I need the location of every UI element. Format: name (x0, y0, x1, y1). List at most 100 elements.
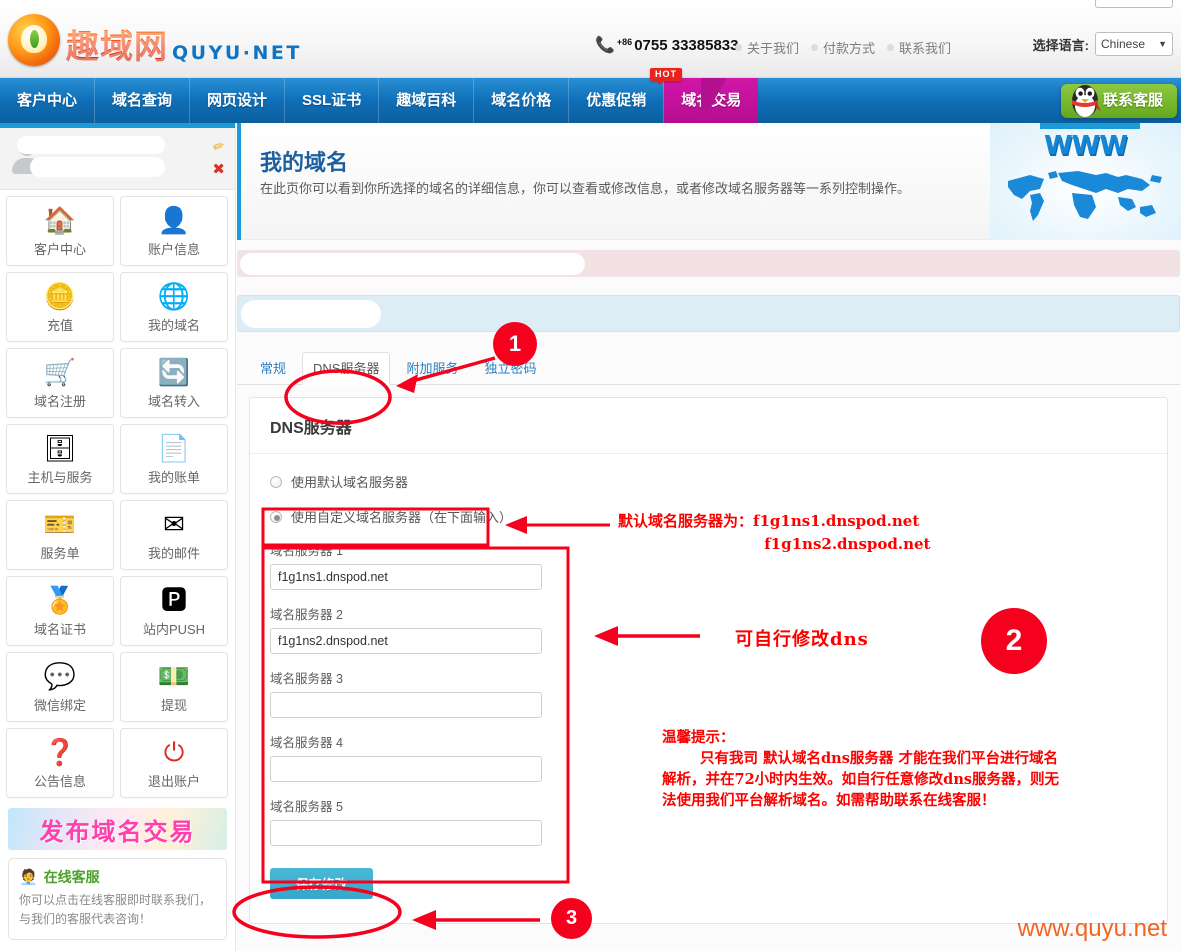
sidebar-item-announcements[interactable]: ❓ 公告信息 (6, 728, 114, 798)
sidebar-item-my-bills[interactable]: 📄 我的账单 (120, 424, 228, 494)
nav-item-promotions[interactable]: 优惠促销 (569, 78, 665, 123)
nameserver-4-label: 域名服务器 4 (270, 736, 343, 750)
nameserver-1-input[interactable] (270, 564, 542, 590)
sidebar-item-my-mail[interactable]: ✉ 我的邮件 (120, 500, 228, 570)
radio-option-default-ns-label: 使用默认域名服务器 (291, 475, 409, 490)
user-edit-icon: 👤 (157, 204, 191, 235)
sidebar-item-label: 域名注册 (33, 393, 86, 409)
tab-independent-password[interactable]: 独立密码 (474, 353, 546, 384)
nav-item-web-design[interactable]: 网页设计 (190, 78, 286, 123)
sidebar-item-label: 账户信息 (147, 241, 200, 257)
logo-text: 趣域网 (66, 27, 168, 66)
coins-icon: 🪙 (43, 280, 77, 311)
sidebar-item-my-domains[interactable]: 🌐 我的域名 (120, 272, 228, 342)
header-links: 关于我们 付款方式 联系我们 (735, 38, 951, 57)
username-redacted (17, 136, 165, 154)
nameserver-1-label: 域名服务器 1 (270, 544, 343, 558)
transfer-icon: 🔄 (157, 356, 191, 387)
headset-agent-icon: 🧑‍💼 (19, 869, 38, 886)
question-icon: ❓ (43, 736, 77, 767)
sidebar-item-label: 提现 (160, 697, 187, 713)
edit-pencil-icon[interactable]: ✏ (211, 137, 228, 157)
sidebar-item-domain-register[interactable]: 🛒 域名注册 (6, 348, 114, 418)
header-link-payment-label: 付款方式 (823, 41, 876, 56)
sidebar-item-domain-certificate[interactable]: 🏅 域名证书 (6, 576, 114, 646)
radio-option-custom-ns[interactable]: 使用自定义域名服务器（在下面输入） (270, 507, 1147, 526)
radio-option-default-ns[interactable]: 使用默认域名服务器 (270, 472, 1147, 491)
nameserver-5-input[interactable] (270, 820, 542, 846)
house-icon: 🏠 (43, 204, 77, 235)
nav-item-wiki[interactable]: 趣域百科 (379, 78, 475, 123)
sidebar-item-site-push[interactable]: 🅿 站内PUSH (120, 576, 228, 646)
nameserver-3-input[interactable] (270, 692, 542, 718)
sidebar-item-label: 我的域名 (147, 317, 200, 333)
bullet-icon (735, 44, 742, 51)
nav-item-domain-price[interactable]: 域名价格 (474, 78, 570, 123)
bullet-icon (887, 44, 895, 51)
sidebar-item-label: 域名转入 (147, 393, 200, 409)
promo-banner-publish-domain-trade[interactable]: 发布域名交易 (8, 808, 227, 850)
banner-artwork: WWW (990, 123, 1181, 240)
nav-item-customer-center[interactable]: 客户中心 (0, 78, 96, 123)
promo-banner-label: 发布域名交易 (39, 818, 196, 846)
language-select[interactable]: Chinese ▼ (1095, 32, 1173, 56)
nav-skew-decoration (701, 78, 727, 123)
world-map-icon (1008, 171, 1162, 221)
page-body: ✏ ✖ 🏠 客户中心 👤 账户信息 🪙 充值 🌐 我的域名 🛒 域名注册 🔄 域名转入 🗄 主… (0, 123, 1181, 951)
header-link-payment[interactable]: 付款方式 (811, 38, 875, 57)
sidebar-item-label: 微信绑定 (33, 697, 86, 713)
header-phone: 📞 +86 0755 33385833 (595, 35, 738, 55)
sidebar-item-hosting-services[interactable]: 🗄 主机与服务 (6, 424, 114, 494)
sidebar-item-label: 退出账户 (147, 773, 200, 789)
language-selector[interactable]: 选择语言: Chinese ▼ (1033, 32, 1173, 56)
hot-badge: HOT (650, 68, 682, 85)
sidebar-item-account-info[interactable]: 👤 账户信息 (120, 196, 228, 266)
online-service-card[interactable]: 🧑‍💼 在线客服 你可以点击在线客服即时联系我们，与我们的客服代表咨询！ (8, 858, 227, 940)
tab-general[interactable]: 常规 (250, 353, 296, 384)
invoice-icon: 📄 (157, 432, 191, 463)
language-value: Chinese (1101, 37, 1146, 51)
watermark: www.quyu.net (1017, 915, 1167, 942)
main-navigation: 客户中心 域名查询 网页设计 SSL证书 趣域百科 域名价格 优惠促销 域名交易 (0, 78, 1181, 123)
sidebar-item-customer-center[interactable]: 🏠 客户中心 (6, 196, 114, 266)
tab-additional-services[interactable]: 附加服务 (396, 353, 468, 384)
page-root: 趣域网 QUYU·NET 📞 +86 0755 33385833 关于我们 付款… (0, 0, 1181, 951)
cart-icon: 🛒 (43, 356, 77, 387)
redacted-block (240, 253, 585, 275)
header-link-contact[interactable]: 联系我们 (887, 38, 951, 57)
radio-icon-selected[interactable] (270, 510, 282, 523)
online-service-title: 在线客服 (43, 869, 100, 885)
nav-item-domain-search[interactable]: 域名查询 (95, 78, 191, 123)
radio-icon-unselected[interactable] (270, 475, 282, 488)
header-link-about[interactable]: 关于我们 (735, 38, 799, 57)
power-icon: ⏻ (163, 736, 185, 767)
sidebar-item-wechat-bind[interactable]: 💬 微信绑定 (6, 652, 114, 722)
radio-option-custom-ns-label: 使用自定义域名服务器（在下面输入） (291, 510, 513, 525)
sidebar-item-service-tickets[interactable]: 🎫 服务单 (6, 500, 114, 570)
close-icon[interactable]: ✖ (212, 160, 225, 178)
nav-item-ssl-certificate[interactable]: SSL证书 (285, 78, 380, 123)
qq-penguin-icon (1071, 85, 1101, 117)
sidebar-item-withdraw[interactable]: 💵 提现 (120, 652, 228, 722)
online-service-text: 你可以点击在线客服即时联系我们，与我们的客服代表咨询！ (19, 893, 212, 926)
site-logo[interactable]: 趣域网 QUYU·NET (8, 14, 302, 66)
user-card: ✏ ✖ (0, 128, 235, 190)
sidebar-item-logout[interactable]: ⏻ 退出账户 (120, 728, 228, 798)
sidebar-item-domain-transfer[interactable]: 🔄 域名转入 (120, 348, 228, 418)
language-label: 选择语言: (1032, 37, 1089, 53)
contact-service-button[interactable]: 联系客服 (1060, 82, 1177, 120)
phone-icon: 📞 (595, 37, 615, 54)
ticket-icon: 🎫 (43, 508, 77, 539)
nameserver-5-label: 域名服务器 5 (270, 800, 343, 814)
wechat-icon: 💬 (43, 660, 77, 691)
nameserver-4-input[interactable] (270, 756, 542, 782)
tab-dns-server[interactable]: DNS服务器 (302, 352, 391, 385)
page-subtitle: 在此页你可以看到你所选择的域名的详细信息，你可以查看或修改信息，或者修改域名服务… (260, 181, 911, 196)
save-button[interactable]: 保存修改 (270, 868, 373, 899)
tab-bar: 常规 DNS服务器 附加服务 独立密码 (237, 352, 1180, 385)
sidebar-item-label: 公告信息 (33, 773, 86, 789)
server-icon: 🗄 (43, 432, 77, 463)
sidebar-item-recharge[interactable]: 🪙 充值 (6, 272, 114, 342)
nameserver-2-input[interactable] (270, 628, 542, 654)
mail-icon: ✉ (163, 508, 185, 539)
